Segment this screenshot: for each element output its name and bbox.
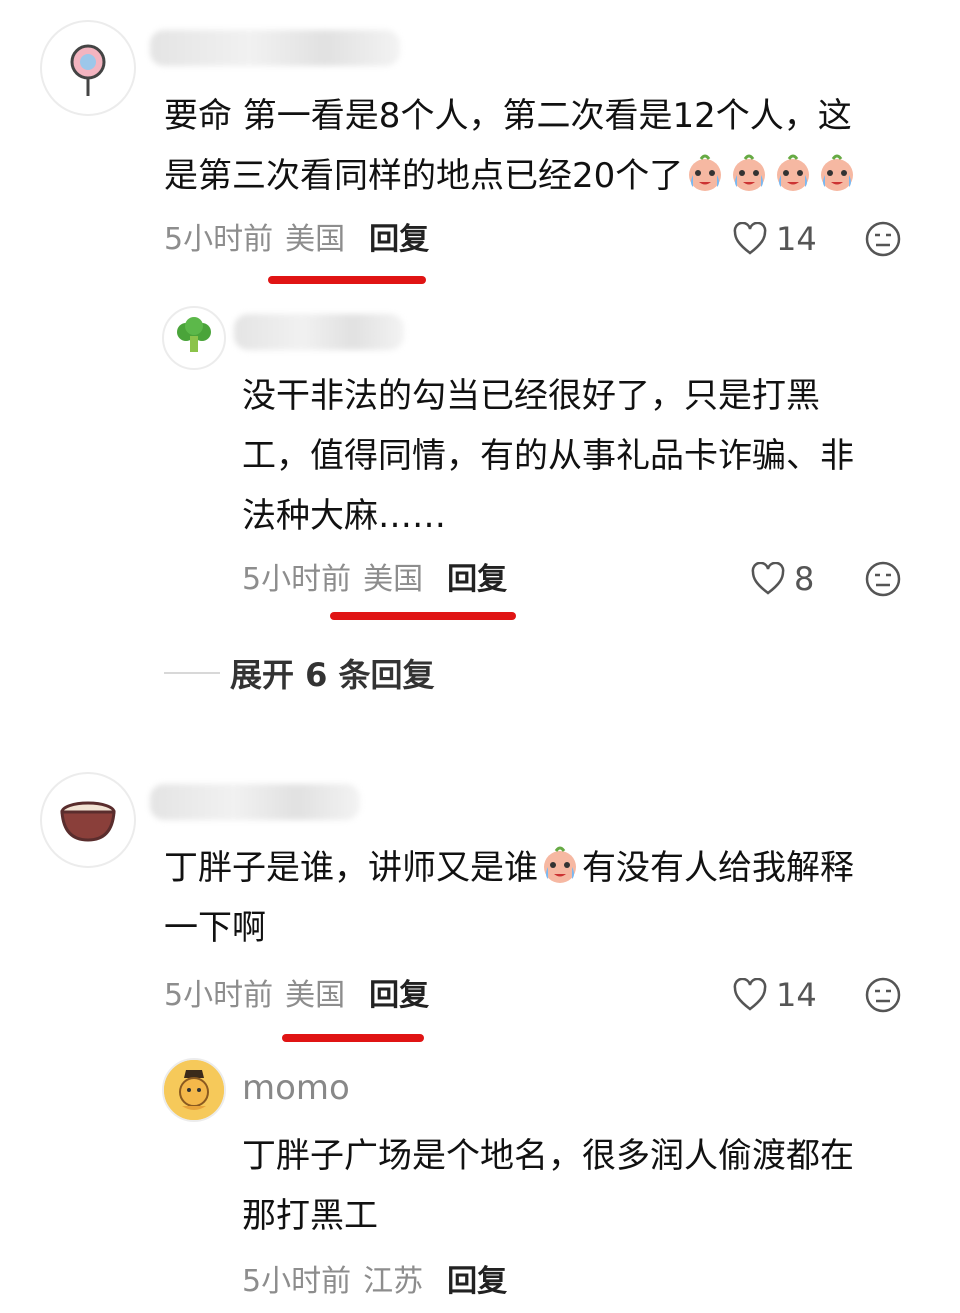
bowl-icon (60, 801, 116, 842)
reply-button[interactable]: 回复 (369, 976, 429, 1016)
timestamp: 5小时前 (242, 1264, 352, 1299)
reply-text: 丁胖子广场是个地名，很多润人偷渡都在 那打黑工 (242, 1136, 854, 1236)
comment-text: 要命 第一看是8个人，第二次看是12个人，这 是第三次看同样的地点已经20个了 (164, 86, 934, 206)
heart-icon (733, 222, 767, 255)
like-button[interactable]: 14 (732, 976, 817, 1014)
timestamp: 5小时前 (164, 222, 274, 257)
location: 美国 (285, 222, 346, 257)
comment-meta: 5小时前 美国 回复 (164, 220, 429, 260)
meh-face-icon (865, 977, 901, 1013)
timestamp: 5小时前 (242, 562, 352, 597)
reply-button[interactable]: 回复 (447, 1262, 507, 1302)
location: 江苏 (363, 1264, 424, 1299)
avatar[interactable] (40, 20, 136, 116)
annotation-underline (268, 276, 426, 284)
heart-icon (733, 978, 767, 1011)
meh-face-icon (865, 221, 901, 257)
avatar[interactable] (40, 772, 136, 868)
location: 美国 (363, 562, 424, 597)
timestamp: 5小时前 (164, 978, 274, 1013)
comment-text: 丁胖子是谁，讲师又是谁 有没有人给我解释 一下啊 (164, 838, 934, 958)
meh-face-icon (865, 561, 901, 597)
annotation-underline (330, 612, 516, 620)
annotation-underline (282, 1034, 424, 1042)
like-count: 14 (776, 976, 817, 1014)
crying-face-icon (777, 154, 810, 191)
username[interactable]: momo (242, 1068, 350, 1108)
divider (164, 672, 220, 674)
broccoli-icon (177, 317, 211, 352)
expand-replies-button[interactable]: 展开 6 条回复 (164, 650, 435, 696)
like-button[interactable]: 14 (732, 220, 817, 258)
cartoon-character-icon (164, 1060, 224, 1120)
like-count: 14 (776, 220, 817, 258)
heart-icon (751, 562, 785, 595)
crying-face-icon (821, 154, 854, 191)
reply-button[interactable]: 回复 (447, 560, 507, 600)
emoji-reaction-button[interactable] (864, 560, 902, 602)
like-count: 8 (794, 560, 815, 598)
reply-meta: 5小时前 美国 回复 (242, 560, 507, 600)
lollipop-icon (70, 44, 106, 96)
like-button[interactable]: 8 (750, 560, 814, 598)
emoji-reaction-button[interactable] (864, 220, 902, 262)
comment-meta: 5小时前 美国 回复 (164, 976, 429, 1016)
crying-face-icon (733, 154, 766, 191)
crying-face-icon (544, 846, 576, 883)
emoji-reaction-button[interactable] (864, 976, 902, 1018)
username-blurred[interactable] (234, 314, 404, 350)
username-blurred[interactable] (150, 784, 360, 820)
reply-text: 没干非法的勾当已经很好了，只是打黑 工，值得同情，有的从事礼品卡诈骗、非 法种大… (242, 376, 854, 536)
reply-button[interactable]: 回复 (369, 220, 429, 260)
avatar[interactable] (162, 306, 226, 370)
avatar[interactable] (162, 1058, 226, 1122)
location: 美国 (285, 978, 346, 1013)
username-blurred[interactable] (150, 30, 400, 66)
crying-face-icon (689, 154, 722, 191)
reply-meta: 5小时前 江苏 回复 (242, 1262, 507, 1302)
